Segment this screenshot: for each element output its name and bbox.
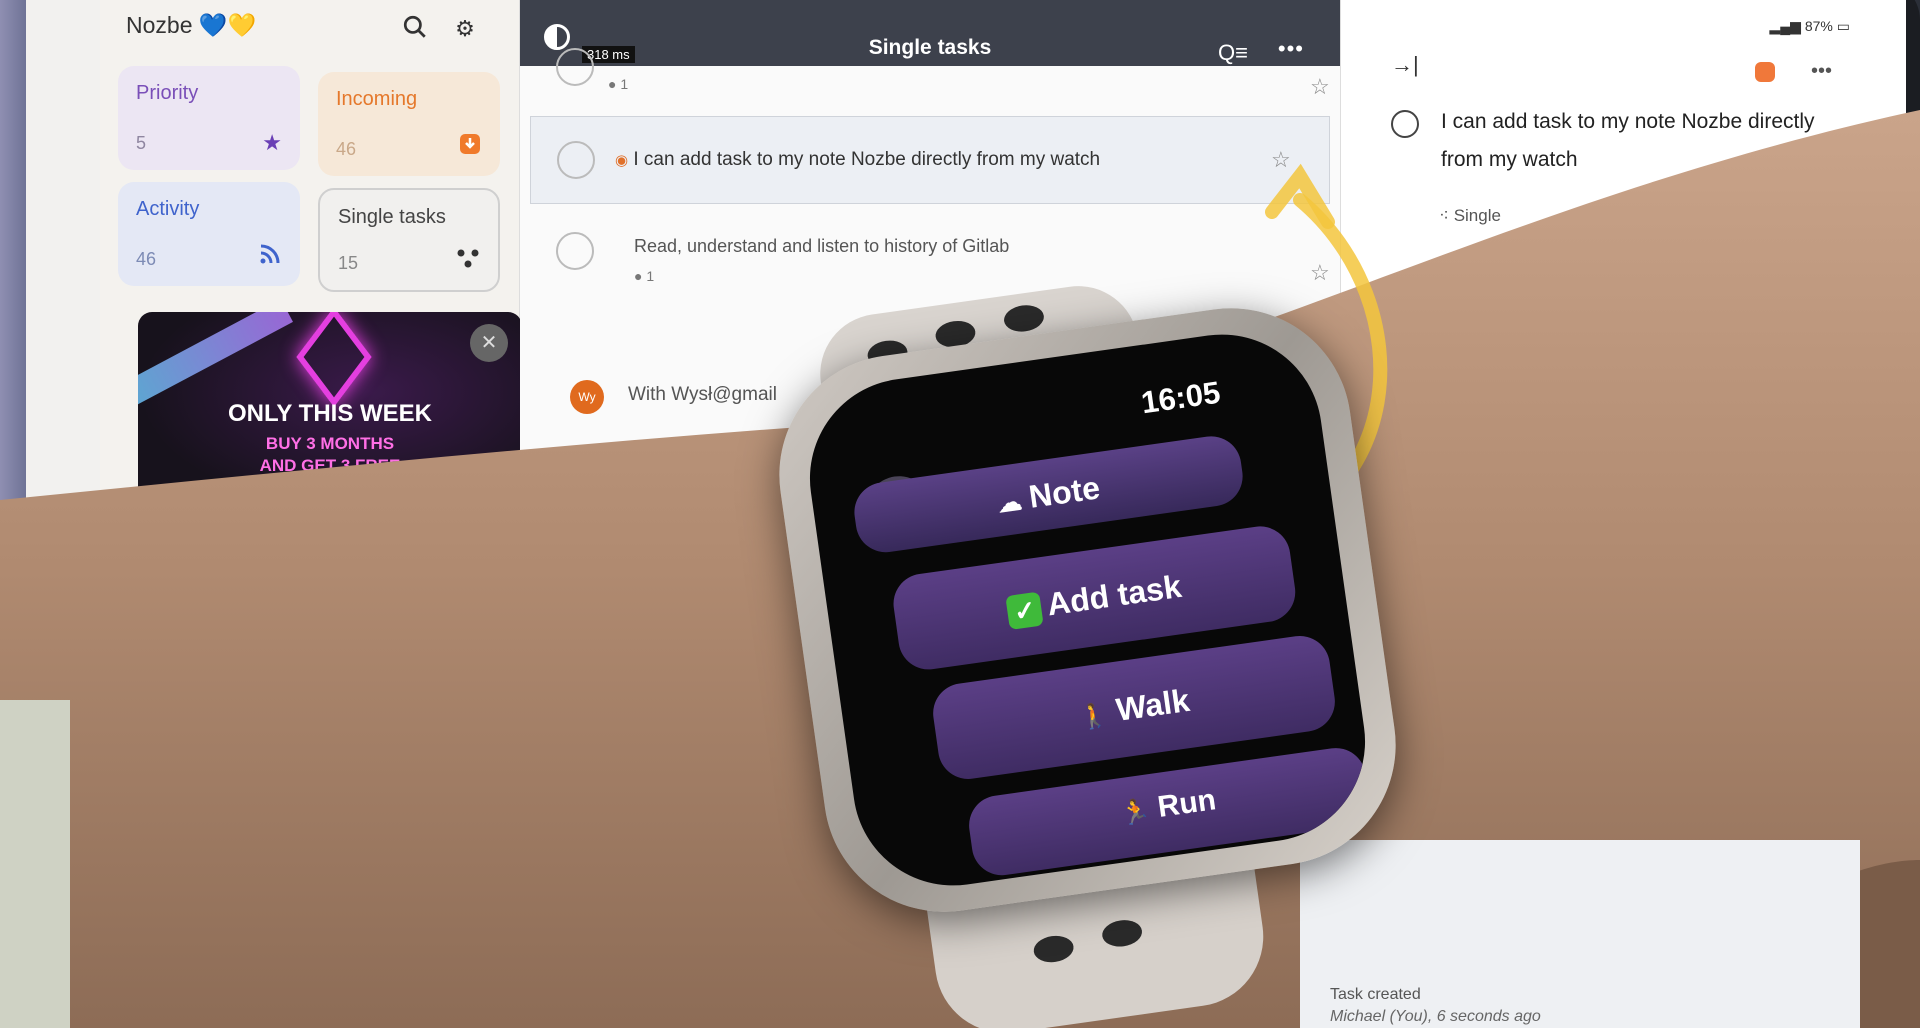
run-icon: 🏃 [1118, 797, 1153, 829]
watch-time: 16:05 [1138, 374, 1223, 421]
activity-log-title: Task created [1330, 986, 1421, 1003]
walk-icon: 🚶 [1077, 701, 1111, 733]
checkmark-icon: ✓ [1005, 591, 1045, 630]
watch-display: 16:05 × ☁Note ✓Add task 🚶Walk 🏃Run [797, 321, 1378, 899]
activity-log-author: Michael (You), 6 seconds ago [1330, 1008, 1541, 1025]
cloud-icon: ☁ [996, 488, 1024, 519]
